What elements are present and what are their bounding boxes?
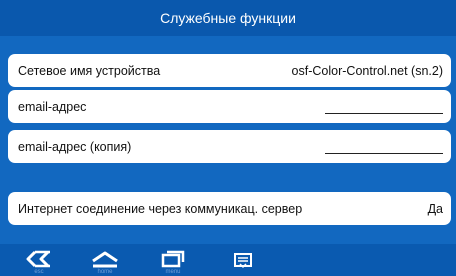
row-label: email-адрес (копия)	[18, 139, 132, 154]
email-copy-field[interactable]	[325, 153, 443, 154]
menu-icon	[161, 250, 185, 268]
menu-label: menu	[165, 269, 181, 275]
email-field[interactable]	[325, 113, 443, 114]
page-title: Служебные функции	[160, 10, 296, 26]
row-value: osf-Color-Control.net (sn.2)	[291, 63, 443, 78]
home-button[interactable]: home	[80, 244, 130, 276]
row-label: Интернет соединение через коммуникац. се…	[18, 201, 303, 216]
menu-button[interactable]: menu	[148, 244, 198, 276]
row-label: email-адрес	[18, 99, 87, 114]
back-icon	[26, 250, 50, 268]
esc-button[interactable]: esc	[14, 244, 64, 276]
row-email-address[interactable]: email-адрес	[8, 90, 451, 123]
settings-panel: Сетевое имя устройства osf-Color-Control…	[0, 36, 456, 244]
bottom-navigation: esc home menu	[0, 244, 456, 276]
esc-label: esc	[34, 269, 44, 275]
title-bar: Служебные функции	[0, 0, 456, 36]
dropdown-icon	[234, 253, 252, 269]
row-label: Сетевое имя устройства	[18, 63, 161, 78]
row-internet-connection[interactable]: Интернет соединение через коммуникац. се…	[8, 192, 451, 225]
row-value: Да	[427, 201, 443, 216]
row-device-network-name[interactable]: Сетевое имя устройства osf-Color-Control…	[8, 54, 451, 87]
row-email-copy[interactable]: email-адрес (копия)	[8, 130, 451, 163]
dropdown-button[interactable]	[218, 244, 268, 276]
home-label: home	[97, 269, 113, 275]
home-icon	[92, 251, 118, 268]
